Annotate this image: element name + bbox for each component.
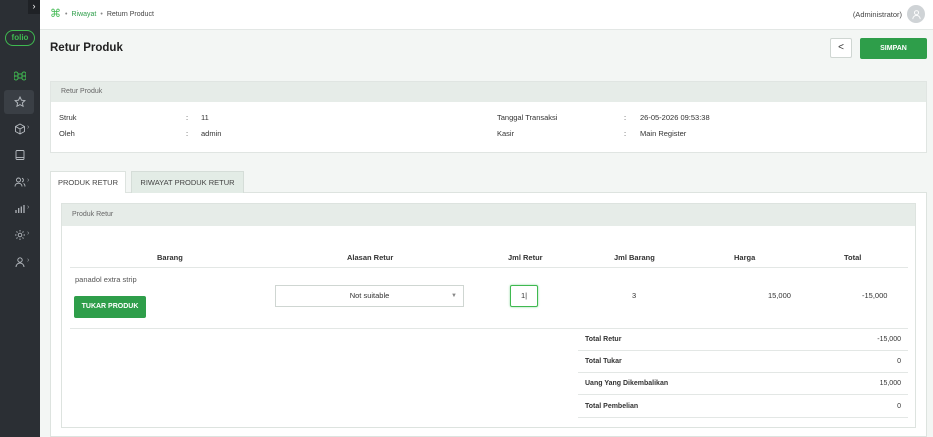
divider bbox=[578, 394, 908, 395]
breadcrumb-separator: • bbox=[65, 10, 68, 18]
book-icon[interactable] bbox=[12, 147, 28, 163]
user-role-label: (Administrator) bbox=[852, 9, 902, 19]
oleh-label: Oleh bbox=[59, 129, 75, 138]
avatar[interactable] bbox=[907, 5, 925, 23]
transaction-info-heading: Retur Produk bbox=[51, 82, 926, 102]
tab-riwayat-produk-retur[interactable]: RIWAYAT PRODUK RETUR bbox=[131, 171, 244, 193]
save-button[interactable]: SIMPAN bbox=[860, 38, 927, 59]
box-icon[interactable]: › bbox=[12, 121, 29, 137]
column-jml-retur: Jml Retur bbox=[508, 253, 543, 262]
column-harga: Harga bbox=[734, 253, 756, 262]
jml-barang-value: 3 bbox=[632, 291, 637, 300]
page-title: Retur Produk bbox=[50, 42, 123, 54]
topbar: ⌘ • Riwayat • Return Product (Administra… bbox=[40, 0, 933, 30]
uang-dikembalikan-label: Uang Yang Dikembalikan bbox=[585, 380, 669, 387]
oleh-value: admin bbox=[201, 129, 222, 138]
jml-retur-input[interactable]: 1| bbox=[510, 285, 538, 307]
kasir-value: Main Register bbox=[640, 129, 687, 138]
column-jml-barang: Jml Barang bbox=[614, 253, 655, 262]
alasan-retur-select[interactable]: Not suitable ▼ bbox=[275, 285, 464, 307]
divider bbox=[578, 372, 908, 373]
sidebar: › folio › › › › › bbox=[0, 0, 40, 437]
struk-label: Struk bbox=[59, 113, 77, 122]
total-retur-value: -15,000 bbox=[877, 336, 901, 343]
total-value: -15,000 bbox=[862, 291, 888, 300]
transaction-info-card: Retur Produk bbox=[50, 81, 927, 153]
chart-icon[interactable]: › bbox=[12, 201, 29, 217]
divider bbox=[70, 328, 908, 329]
total-tukar-value: 0 bbox=[897, 358, 901, 365]
total-pembelian-label: Total Pembelian bbox=[585, 403, 639, 410]
harga-value: 15,000 bbox=[768, 291, 791, 300]
column-total: Total bbox=[844, 253, 862, 262]
product-name: panadol extra strip bbox=[75, 275, 137, 284]
tukar-produk-button[interactable]: TUKAR PRODUK bbox=[74, 296, 146, 318]
colon: : bbox=[624, 113, 627, 122]
tanggal-transaksi-label: Tanggal Transaksi bbox=[497, 113, 558, 122]
colon: : bbox=[186, 129, 189, 138]
divider bbox=[578, 350, 908, 351]
breadcrumb: ⌘ • Riwayat • Return Product bbox=[50, 9, 154, 20]
command-icon[interactable] bbox=[12, 68, 28, 84]
divider bbox=[578, 417, 908, 418]
struk-value: 11 bbox=[201, 113, 209, 122]
divider bbox=[70, 267, 908, 268]
users-icon[interactable]: › bbox=[12, 174, 29, 190]
folio-logo[interactable]: folio bbox=[5, 30, 35, 46]
produk-retur-heading: Produk Retur bbox=[62, 204, 915, 226]
uang-dikembalikan-value: 15,000 bbox=[879, 380, 901, 387]
settings-icon[interactable]: › bbox=[12, 227, 29, 243]
home-command-icon[interactable]: ⌘ bbox=[50, 9, 61, 20]
kasir-label: Kasir bbox=[497, 129, 515, 138]
column-alasan-retur: Alasan Retur bbox=[347, 253, 394, 262]
avatar-user-icon bbox=[911, 9, 921, 19]
total-tukar-label: Total Tukar bbox=[585, 358, 622, 365]
total-retur-label: Total Retur bbox=[585, 336, 622, 343]
alasan-retur-value: Not suitable bbox=[349, 291, 390, 300]
sidebar-toggle-button[interactable]: › bbox=[28, 0, 40, 14]
user-menu[interactable]: (Administrator) bbox=[853, 5, 925, 23]
breadcrumb-current: Return Product bbox=[106, 10, 154, 18]
user-icon[interactable]: › bbox=[12, 254, 29, 270]
colon: : bbox=[186, 113, 189, 122]
tanggal-transaksi-value: 26-05-2026 09:53:38 bbox=[640, 113, 710, 122]
star-icon[interactable] bbox=[12, 94, 28, 110]
back-button[interactable]: < bbox=[830, 38, 852, 58]
total-pembelian-value: 0 bbox=[897, 403, 901, 410]
breadcrumb-riwayat-link[interactable]: Riwayat bbox=[71, 11, 96, 18]
breadcrumb-separator: • bbox=[100, 10, 103, 18]
colon: : bbox=[624, 129, 627, 138]
column-barang: Barang bbox=[157, 253, 183, 262]
tab-produk-retur[interactable]: PRODUK RETUR bbox=[50, 171, 126, 193]
chevron-down-icon: ▼ bbox=[451, 293, 457, 299]
